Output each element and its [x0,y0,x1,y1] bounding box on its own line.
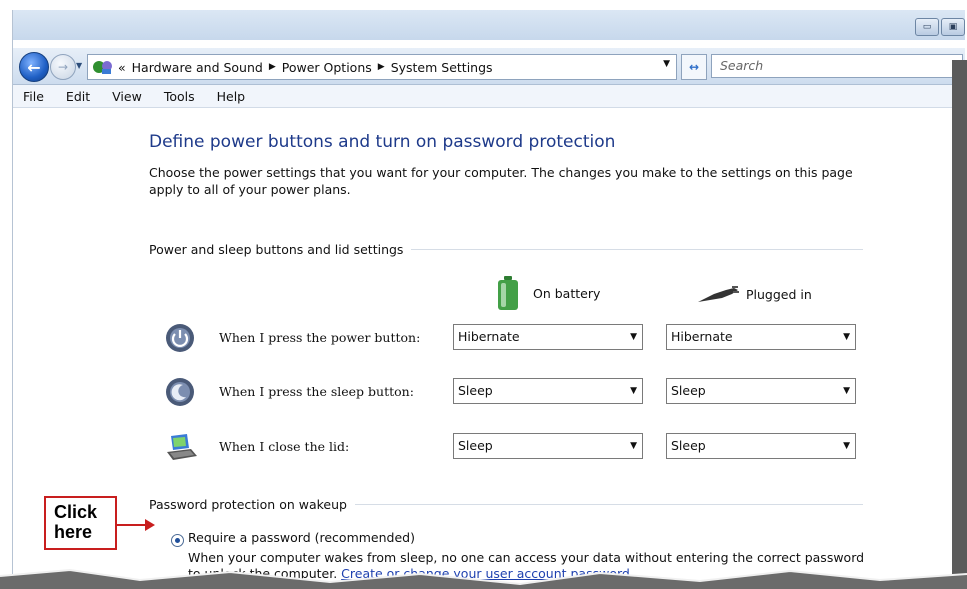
dropdown-arrow-icon: ▼ [630,332,637,342]
control-panel-window: ▭ ▣ ← → ▼ « Hardware and Sound ▶ Power O… [12,10,965,589]
breadcrumb-hardware-and-sound[interactable]: Hardware and Sound [132,60,263,75]
select-close-lid-plugged[interactable]: Sleep ▼ [666,433,856,459]
breadcrumb-system-settings[interactable]: System Settings [391,60,493,75]
section-heading-buttons: Power and sleep buttons and lid settings [149,242,864,257]
require-password-radio[interactable] [171,534,184,547]
select-power-button-battery[interactable]: Hibernate ▼ [453,324,643,350]
breadcrumb-separator-icon[interactable]: ▶ [269,62,276,72]
select-value: Hibernate [671,329,733,344]
back-arrow-icon: ← [27,57,41,77]
page-description: Choose the power settings that you want … [149,165,853,197]
column-header-plugged: Plugged in [696,284,812,304]
breadcrumb[interactable]: « Hardware and Sound ▶ Power Options ▶ S… [87,54,677,80]
breadcrumb-power-options[interactable]: Power Options [282,60,372,75]
dropdown-arrow-icon: ▼ [843,441,850,451]
callout-line-2: here [54,522,93,542]
menu-tools[interactable]: Tools [164,89,195,104]
back-button[interactable]: ← [19,52,49,82]
dropdown-arrow-icon: ▼ [843,332,850,342]
recent-pages-dropdown[interactable]: ▼ [76,61,82,70]
menu-file[interactable]: File [23,89,44,104]
laptop-lid-icon [167,434,197,460]
page-title: Define power buttons and turn on passwor… [149,132,616,152]
select-value: Sleep [458,383,493,398]
torn-bottom-edge [0,568,967,589]
refresh-icon: ↔ [688,60,700,74]
callout-line-1: Click [54,502,98,522]
column-header-battery: On battery [497,276,600,310]
select-value: Hibernate [458,329,520,344]
section-heading-password: Password protection on wakeup [149,497,863,512]
control-panel-icon [93,61,112,74]
select-sleep-button-battery[interactable]: Sleep ▼ [453,378,643,404]
power-plug-icon [698,286,739,302]
dropdown-arrow-icon: ▼ [630,386,637,396]
forward-button[interactable]: → [50,54,76,80]
sleep-button-icon [166,378,194,406]
minimize-button[interactable]: ▭ [915,18,939,36]
address-toolbar: ← → ▼ « Hardware and Sound ▶ Power Optio… [13,48,965,85]
select-sleep-button-plugged[interactable]: Sleep ▼ [666,378,856,404]
menu-bar: File Edit View Tools Help [13,85,965,108]
require-password-label[interactable]: Require a password (recommended) [188,530,415,545]
row-label-close-lid: When I close the lid: [219,439,350,454]
select-power-button-plugged[interactable]: Hibernate ▼ [666,324,856,350]
section-heading-label: Password protection on wakeup [149,497,347,512]
dropdown-arrow-icon: ▼ [630,441,637,451]
divider [354,504,863,505]
row-label-power-button: When I press the power button: [219,330,421,345]
search-input[interactable]: Search [711,54,963,78]
select-value: Sleep [671,438,706,453]
menu-help[interactable]: Help [217,89,246,104]
breadcrumb-overflow[interactable]: « [118,60,126,75]
callout-arrow-icon [145,519,155,531]
callout-arrow-line [117,524,147,526]
battery-icon [498,276,518,310]
section-heading-label: Power and sleep buttons and lid settings [149,242,404,257]
divider [411,249,864,250]
menu-view[interactable]: View [112,89,142,104]
title-bar: ▭ ▣ [13,10,965,40]
refresh-button[interactable]: ↔ [681,54,707,80]
window-controls: ▭ ▣ [915,18,965,36]
column-plugged-label: Plugged in [746,286,812,302]
forward-arrow-icon: → [57,60,69,74]
dropdown-arrow-icon: ▼ [843,386,850,396]
column-battery-label: On battery [533,285,601,301]
select-close-lid-battery[interactable]: Sleep ▼ [453,433,643,459]
select-value: Sleep [671,383,706,398]
select-value: Sleep [458,438,493,453]
maximize-button[interactable]: ▣ [941,18,965,36]
row-label-sleep-button: When I press the sleep button: [219,384,414,399]
click-here-callout: Click here [44,496,117,550]
power-button-icon [166,324,194,352]
main-content: Define power buttons and turn on passwor… [13,108,965,589]
address-dropdown-icon[interactable]: ▼ [663,59,670,69]
breadcrumb-separator-icon[interactable]: ▶ [378,62,385,72]
menu-edit[interactable]: Edit [66,89,90,104]
torn-edge-shadow [952,60,967,589]
